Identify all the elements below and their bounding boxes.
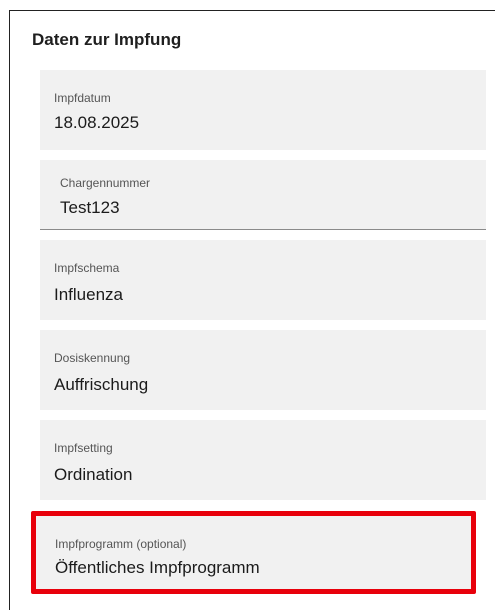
impfprogramm-value: Öffentliches Impfprogramm <box>55 558 260 577</box>
impfdatum-label: Impfdatum <box>54 91 111 105</box>
impfdatum-field[interactable]: Impfdatum 18.08.2025 <box>40 70 486 150</box>
impfschema-label: Impfschema <box>54 261 120 275</box>
impfprogramm-field-highlighted[interactable]: Impfprogramm (optional) Öffentliches Imp… <box>31 511 476 594</box>
chargennummer-value: Test123 <box>60 198 120 217</box>
impfsetting-field[interactable]: Impfsetting Ordination <box>40 420 486 500</box>
chargennummer-field[interactable]: Chargennummer Test123 <box>40 160 486 230</box>
impfdatum-value: 18.08.2025 <box>54 113 140 132</box>
section-title: Daten zur Impfung <box>32 30 182 49</box>
chargennummer-label: Chargennummer <box>60 176 151 190</box>
dosiskennung-label: Dosiskennung <box>54 351 131 365</box>
impfschema-field[interactable]: Impfschema Influenza <box>40 240 486 320</box>
dosiskennung-value: Auffrischung <box>54 375 149 394</box>
impfsetting-value: Ordination <box>54 465 133 484</box>
impfprogramm-label: Impfprogramm (optional) <box>55 537 187 551</box>
impfsetting-label: Impfsetting <box>54 441 113 455</box>
impfschema-value: Influenza <box>54 285 123 304</box>
dosiskennung-field[interactable]: Dosiskennung Auffrischung <box>40 330 486 410</box>
